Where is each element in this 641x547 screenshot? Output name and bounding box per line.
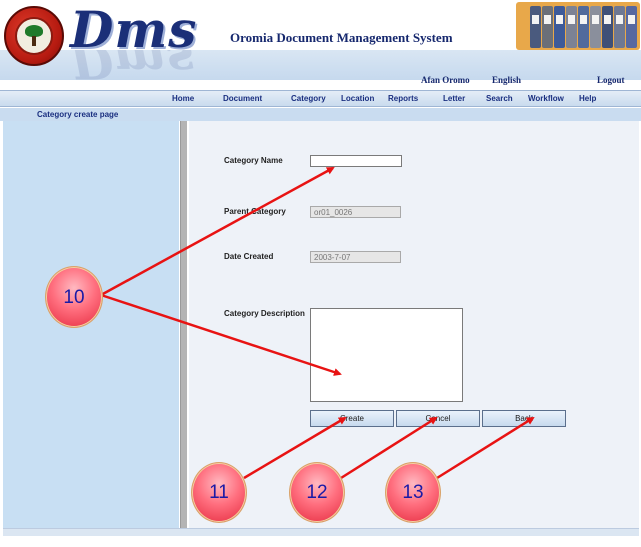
binder-spine: [554, 6, 565, 48]
tree-trunk: [32, 36, 36, 46]
date-created-label: Date Created: [224, 252, 274, 261]
callout-12-number: 12: [306, 482, 328, 503]
callout-13-number: 13: [402, 482, 424, 503]
nav-home[interactable]: Home: [172, 94, 194, 103]
nav-document[interactable]: Document: [223, 94, 262, 103]
nav-help[interactable]: Help: [579, 94, 596, 103]
callout-10: 10: [45, 266, 103, 328]
binder-spine: [566, 6, 577, 48]
back-button[interactable]: Back: [482, 410, 566, 427]
language-english-link[interactable]: English: [492, 75, 521, 85]
left-sidebar: [3, 121, 179, 528]
date-created-field: 2003-7-07: [310, 251, 401, 263]
nav-location[interactable]: Location: [341, 94, 374, 103]
binder-label: [544, 15, 551, 24]
parent-category-label: Parent Category: [224, 207, 286, 216]
binder-label: [580, 15, 587, 24]
binder-spine: [590, 6, 601, 48]
dms-logo-reflection: Dms: [70, 50, 195, 90]
nav-category[interactable]: Category: [291, 94, 326, 103]
binder-label: [604, 15, 611, 24]
category-description-label: Category Description: [224, 309, 305, 318]
binder-spine: [542, 6, 553, 48]
binder-label: [532, 15, 539, 24]
category-description-textarea[interactable]: [310, 308, 463, 402]
nav-workflow[interactable]: Workflow: [528, 94, 564, 103]
create-button[interactable]: Create: [310, 410, 394, 427]
oromia-seal-logo: [4, 6, 64, 66]
binder-label: [556, 15, 563, 24]
category-name-input[interactable]: [310, 155, 402, 167]
main-nav: Home Document Category Location Reports …: [0, 90, 641, 107]
callout-12: 12: [289, 462, 345, 523]
callout-13: 13: [385, 462, 441, 523]
logout-link[interactable]: Logout: [597, 75, 625, 85]
page-header: Dms Dms Oromia Document Management Syste…: [0, 0, 641, 90]
app-title: Oromia Document Management System: [230, 30, 453, 45]
language-afan-oromo-link[interactable]: Afan Oromo: [421, 75, 470, 85]
footer-strip: [3, 528, 639, 536]
binder-label: [616, 15, 623, 24]
cancel-button[interactable]: Cancel: [396, 410, 480, 427]
callout-11: 11: [191, 462, 247, 523]
callout-11-number: 11: [209, 482, 229, 503]
binder-spine: [614, 6, 625, 48]
parent-category-field: or01_0026: [310, 206, 401, 218]
panel-divider: [180, 121, 187, 528]
binder-label: [592, 15, 599, 24]
binder-spine: [602, 6, 613, 48]
callout-10-number: 10: [63, 287, 85, 308]
binder-label: [628, 15, 635, 24]
binder-spine: [626, 6, 637, 48]
binder-spine: [530, 6, 541, 48]
breadcrumb-bar: Category create page: [0, 108, 641, 121]
binder-label: [568, 15, 575, 24]
nav-search[interactable]: Search: [486, 94, 513, 103]
binders-image: [516, 2, 640, 50]
category-name-label: Category Name: [224, 156, 283, 165]
binder-spine: [578, 6, 589, 48]
breadcrumb: Category create page: [37, 110, 119, 119]
nav-letter[interactable]: Letter: [443, 94, 465, 103]
nav-reports[interactable]: Reports: [388, 94, 418, 103]
